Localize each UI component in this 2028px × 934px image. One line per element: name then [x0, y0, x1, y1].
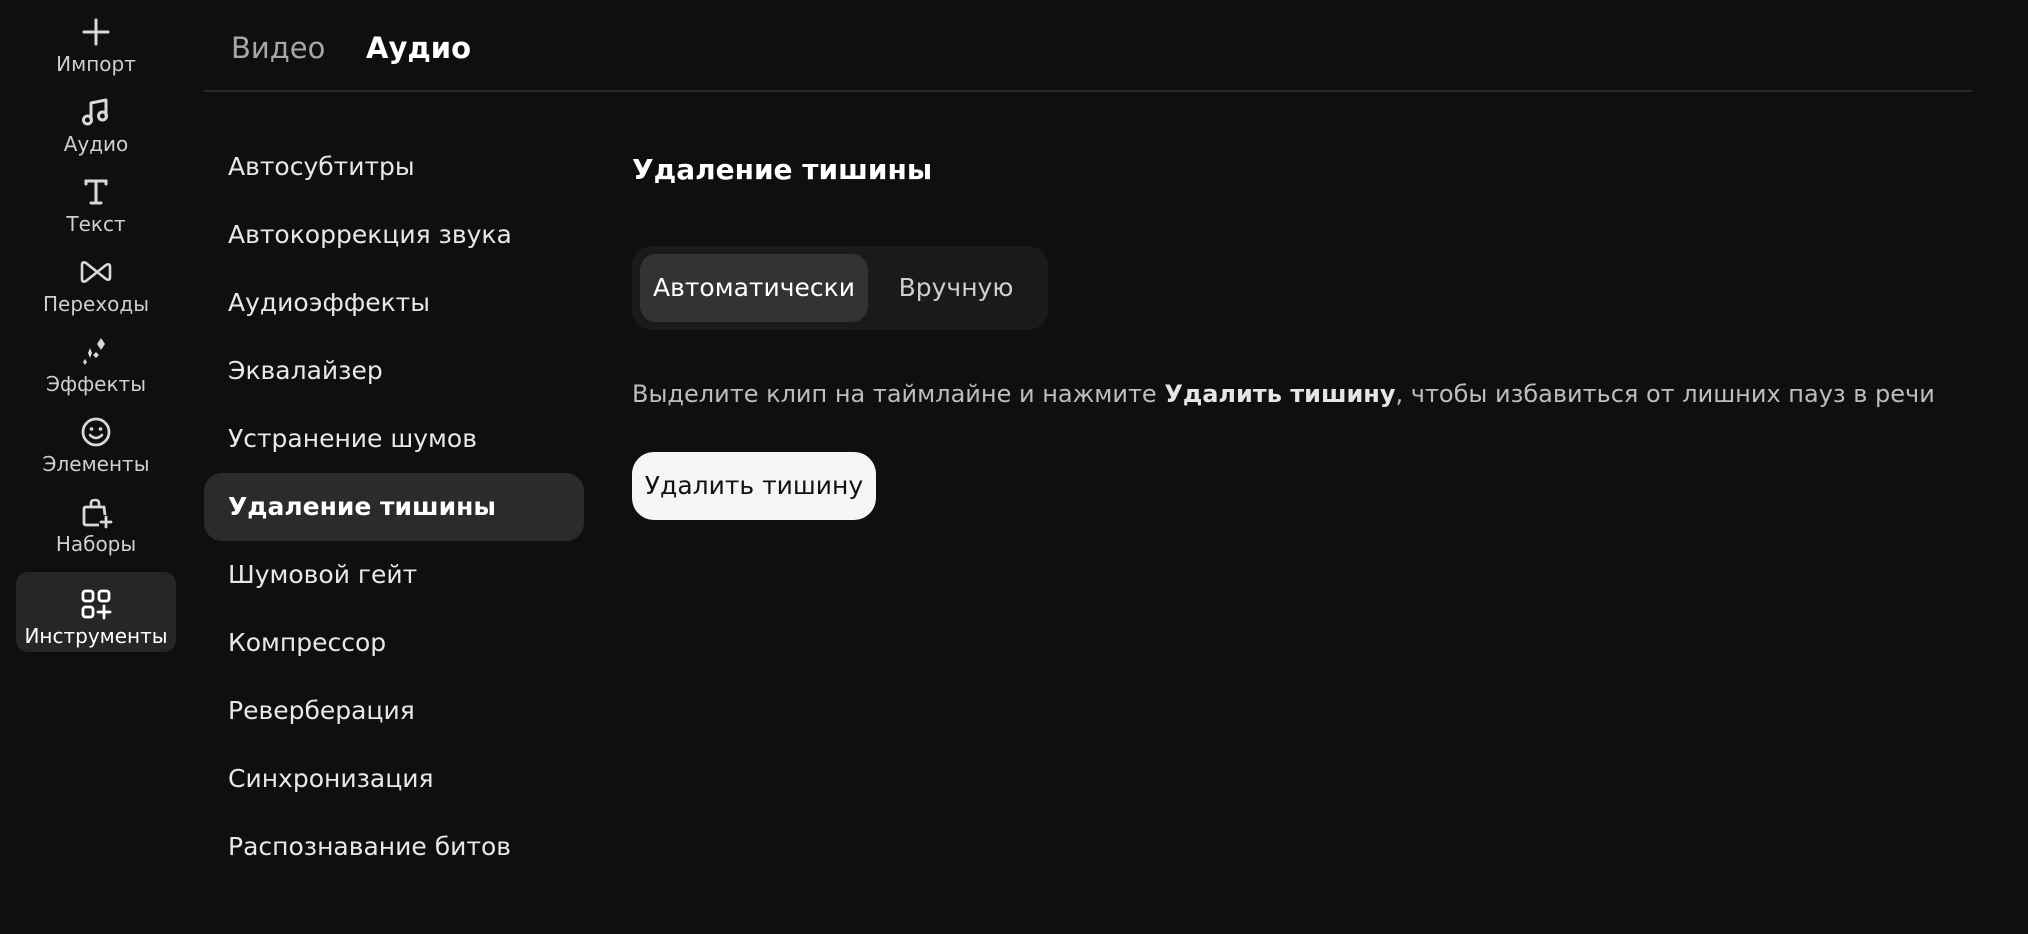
tool-item-sync[interactable]: Синхронизация [204, 745, 584, 813]
tool-item-equalizer[interactable]: Эквалайзер [204, 337, 584, 405]
rail-item-label: Элементы [42, 452, 150, 476]
music-note-icon [82, 98, 108, 126]
rail-item-transitions[interactable]: Переходы [16, 240, 176, 320]
panel-description: Выделите клип на таймлайне и нажмите Уда… [632, 376, 1935, 412]
rail-item-label: Импорт [56, 52, 136, 76]
rail-item-label: Переходы [42, 292, 150, 316]
text-icon [84, 179, 108, 205]
tool-item-autosubtitles[interactable]: Автосубтитры [204, 133, 584, 201]
rail-item-label: Текст [66, 212, 126, 236]
tool-item-noise-gate[interactable]: Шумовой гейт [204, 541, 584, 609]
rail-item-audio[interactable]: Аудио [16, 80, 176, 160]
rail-item-effects[interactable]: Эффекты [16, 320, 176, 400]
description-text-before: Выделите клип на таймлайне и нажмите [632, 380, 1165, 408]
tool-item-reverb[interactable]: Реверберация [204, 677, 584, 745]
plus-icon [82, 18, 110, 46]
tool-item-silence-removal[interactable]: Удаление тишины [204, 473, 584, 541]
tab-audio[interactable]: Аудио [366, 28, 471, 68]
mode-auto-button[interactable]: Автоматически [640, 254, 868, 322]
rail-item-label: Эффекты [46, 372, 146, 396]
smiley-icon [81, 417, 111, 447]
tool-item-audio-effects[interactable]: Аудиоэффекты [204, 269, 584, 337]
rail-item-text[interactable]: Текст [16, 160, 176, 240]
description-text-bold: Удалить тишину [1164, 380, 1396, 408]
grid-add-icon [81, 589, 112, 620]
rail-item-label: Инструменты [24, 624, 168, 648]
tool-item-noise-reduction[interactable]: Устранение шумов [204, 405, 584, 473]
tab-video[interactable]: Видео [231, 28, 325, 68]
description-text-after: , чтобы избавиться от лишних пауз в речи [1395, 380, 1935, 408]
tool-item-beat-detection[interactable]: Распознавание битов [204, 813, 584, 881]
transition-icon [80, 261, 112, 283]
app-window: Импорт Аудио Текст Переходы Эффекты Элем… [0, 0, 2028, 934]
bag-add-icon [82, 498, 113, 529]
rail-item-tools[interactable]: Инструменты [16, 572, 176, 652]
rail-item-kits[interactable]: Наборы [16, 480, 176, 560]
sparkle-icon [83, 338, 105, 365]
panel-title: Удаление тишины [632, 153, 933, 186]
rail-item-label: Аудио [63, 132, 129, 156]
tool-item-auto-sound-correction[interactable]: Автокоррекция звука [204, 201, 584, 269]
mode-segmented-control: Автоматически Вручную [632, 246, 1048, 330]
rail-item-import[interactable]: Импорт [16, 0, 176, 80]
left-rail: Импорт Аудио Текст Переходы Эффекты Элем… [0, 0, 192, 934]
mode-manual-button[interactable]: Вручную [872, 254, 1040, 322]
rail-item-elements[interactable]: Элементы [16, 400, 176, 480]
remove-silence-button[interactable]: Удалить тишину [632, 452, 876, 520]
tool-item-compressor[interactable]: Компрессор [204, 609, 584, 677]
silence-removal-panel: Удаление тишины Автоматически Вручную Вы… [632, 0, 1972, 934]
rail-item-label: Наборы [55, 532, 137, 556]
